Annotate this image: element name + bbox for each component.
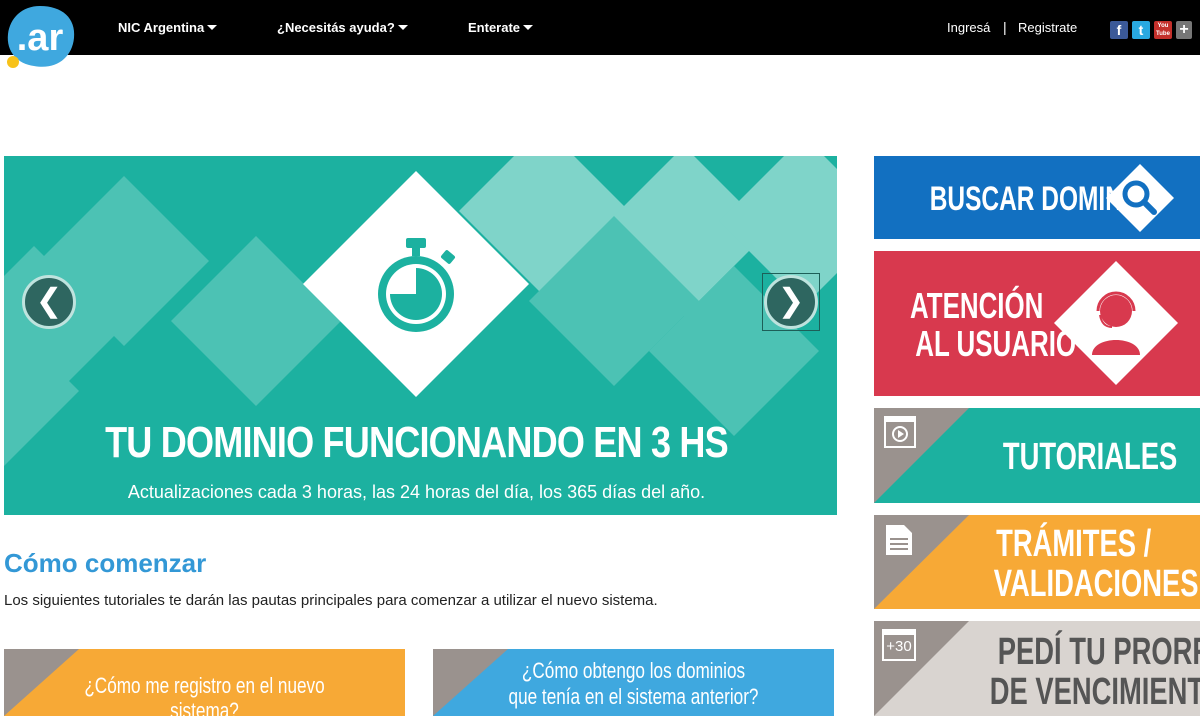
facebook-icon[interactable]: f xyxy=(1110,21,1128,39)
nic-ar-logo[interactable]: .ar xyxy=(4,4,76,70)
tutorial-registro[interactable]: ¿Cómo me registro en el nuevo sistema? xyxy=(4,649,405,716)
chevron-down-icon xyxy=(207,25,218,30)
tutorial-label-line1: ¿Cómo obtengo los dominios xyxy=(521,658,746,683)
nav-enterate[interactable]: Enterate xyxy=(468,20,534,35)
calendar-badge: +30 xyxy=(886,638,912,655)
prorroga-line1: PEDÍ TU PRORROGA xyxy=(997,631,1200,673)
nav-necesitas-ayuda[interactable]: ¿Necesitás ayuda? xyxy=(277,20,408,35)
register-link[interactable]: Registrate xyxy=(1018,20,1077,35)
slider-next-button[interactable]: ❯ xyxy=(764,275,818,329)
chevron-down-icon xyxy=(523,25,534,30)
chevron-down-icon xyxy=(397,25,408,30)
plus-icon[interactable]: + xyxy=(1176,21,1192,39)
section-title: Cómo comenzar xyxy=(4,548,207,578)
auth-separator: | xyxy=(1003,19,1007,35)
buscar-dominios-button[interactable]: BUSCAR DOMINIOS xyxy=(874,156,1200,239)
prorroga-line2: DE VENCIMIENTO xyxy=(989,670,1200,713)
section-description: Los siguientes tutoriales te darán las p… xyxy=(4,592,658,609)
hero-subtitle: Actualizaciones cada 3 horas, las 24 hor… xyxy=(127,482,706,502)
logo-text: .ar xyxy=(17,17,64,59)
nav-label: ¿Necesitás ayuda? xyxy=(277,20,395,35)
nav-label: Enterate xyxy=(468,20,521,35)
tutorial-dominios-anteriores[interactable]: ¿Cómo obtengo los dominios que tenía en … xyxy=(433,649,834,716)
tutorial-label: ¿Cómo me registro en el nuevo sistema? xyxy=(84,673,325,716)
calendar-icon: +30 xyxy=(882,629,916,661)
tutoriales-label: TUTORIALES xyxy=(1002,436,1178,478)
tramites-line2: VALIDACIONES xyxy=(993,562,1199,605)
twitter-icon[interactable]: t xyxy=(1132,21,1150,39)
headset-user-icon xyxy=(1054,261,1178,385)
login-link[interactable]: Ingresá xyxy=(947,20,990,35)
stopwatch-icon xyxy=(378,238,455,332)
atencion-usuario-button[interactable]: ATENCIÓN AL USUARIO xyxy=(874,251,1200,396)
tutoriales-button[interactable]: TUTORIALES xyxy=(874,408,1200,503)
chevron-right-icon: ❯ xyxy=(777,282,805,318)
nav-label: NIC Argentina xyxy=(118,20,205,35)
document-icon xyxy=(886,525,912,555)
youtube-icon[interactable]: You Tube xyxy=(1154,21,1172,39)
prorroga-vencimiento-button[interactable]: +30 PEDÍ TU PRORROGA DE VENCIMIENTO xyxy=(874,621,1200,716)
search-icon xyxy=(1106,164,1174,232)
chevron-left-icon: ❮ xyxy=(35,282,63,318)
tramites-line1: TRÁMITES / xyxy=(996,523,1152,565)
tramites-validaciones-button[interactable]: TRÁMITES / VALIDACIONES xyxy=(874,515,1200,609)
slider-prev-button[interactable]: ❮ xyxy=(22,275,76,329)
nav-nic-argentina[interactable]: NIC Argentina xyxy=(118,20,218,35)
video-film-icon xyxy=(884,416,916,448)
atencion-line1: ATENCIÓN xyxy=(909,285,1044,326)
hero-title: TU DOMINIO FUNCIONANDO EN 3 HS xyxy=(105,418,729,467)
tutorial-label-line2: que tenía en el sistema anterior? xyxy=(508,684,759,709)
